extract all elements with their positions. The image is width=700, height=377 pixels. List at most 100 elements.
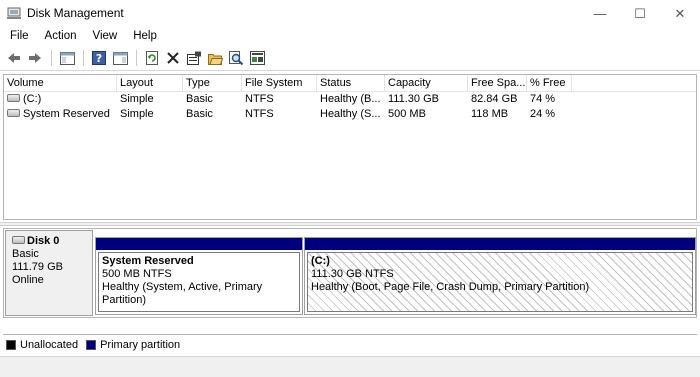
status-bar: [0, 356, 700, 377]
minimize-button[interactable]: —: [580, 0, 620, 27]
drive-icon: [7, 109, 20, 118]
refresh-button[interactable]: [142, 48, 162, 68]
disk-size: 111.79 GB: [12, 261, 63, 273]
table-row[interactable]: (C:) Simple Basic NTFS Healthy (B... 111…: [4, 92, 696, 107]
volume-list-header: Volume Layout Type File System Status Ca…: [4, 75, 696, 92]
minimize-icon: —: [593, 6, 607, 21]
refresh-icon: [146, 51, 158, 65]
layout-cell: Simple: [120, 93, 154, 105]
help-button[interactable]: ?: [89, 48, 109, 68]
free-space-cell: 82.84 GB: [471, 93, 518, 105]
delete-button[interactable]: [163, 48, 183, 68]
disk-map: Disk 0 Basic 111.79 GB Online System Res…: [3, 228, 697, 318]
column-header-filler: [572, 75, 696, 92]
disk-type: Basic: [12, 248, 39, 260]
column-header-free-space[interactable]: Free Spa...: [468, 75, 527, 92]
explore-button[interactable]: [226, 48, 246, 68]
status-cell: Healthy (B...: [320, 93, 381, 105]
menu-action[interactable]: Action: [39, 30, 83, 42]
column-header-volume[interactable]: Volume: [4, 75, 117, 92]
status-cell: Healthy (S...: [320, 108, 381, 120]
type-cell: Basic: [186, 108, 213, 120]
show-action-pane-icon: [112, 51, 128, 65]
free-space-cell: 118 MB: [471, 108, 509, 120]
back-button[interactable]: [4, 48, 24, 68]
volume-list[interactable]: Volume Layout Type File System Status Ca…: [3, 74, 697, 220]
legend-label-unallocated: Unallocated: [20, 338, 79, 351]
pane-splitter[interactable]: [0, 222, 700, 226]
menu-file[interactable]: File: [4, 30, 35, 42]
properties-icon: [186, 51, 201, 65]
forward-button[interactable]: [25, 48, 45, 68]
volume-name: (C:): [23, 93, 42, 105]
toolbar-separator: [136, 50, 137, 66]
column-header-capacity[interactable]: Capacity: [385, 75, 468, 92]
disk-0-info[interactable]: Disk 0 Basic 111.79 GB Online: [5, 230, 93, 316]
menu-bar: File Action View Help: [0, 27, 700, 45]
menu-help[interactable]: Help: [127, 30, 163, 42]
volume-cell: (C:): [4, 92, 117, 107]
back-icon: [8, 53, 20, 63]
open-button[interactable]: [205, 48, 225, 68]
rescan-disks-button[interactable]: [247, 48, 267, 68]
properties-button[interactable]: [184, 48, 204, 68]
forward-icon: [29, 53, 41, 63]
show-hide-console-tree-icon: [59, 51, 75, 65]
file-system-cell: NTFS: [245, 93, 274, 105]
close-button[interactable]: ✕: [660, 0, 700, 27]
partition-size-fs: 500 MB NTFS: [102, 268, 172, 280]
partition-system-reserved[interactable]: System Reserved 500 MB NTFS Healthy (Sys…: [95, 237, 303, 315]
primary-partition-bar: [305, 238, 695, 250]
partition-status: Healthy (Boot, Page File, Crash Dump, Pr…: [311, 281, 590, 293]
show-hide-console-tree-button[interactable]: [57, 48, 77, 68]
partition-name: System Reserved: [102, 255, 194, 267]
legend-label-primary-partition: Primary partition: [100, 338, 181, 351]
window-title: Disk Management: [27, 6, 124, 20]
layout-cell: Simple: [120, 108, 154, 120]
capacity-cell: 111.30 GB: [388, 93, 439, 105]
legend: Unallocated Primary partition: [3, 334, 697, 354]
partition-body: System Reserved 500 MB NTFS Healthy (Sys…: [98, 252, 300, 312]
open-folder-icon: [207, 53, 223, 65]
column-header-type[interactable]: Type: [183, 75, 242, 92]
primary-partition-bar: [96, 238, 302, 250]
volume-cell: System Reserved: [4, 107, 117, 122]
partition-body-selected: (C:) 111.30 GB NTFS Healthy (Boot, Page …: [307, 252, 693, 312]
table-row[interactable]: System Reserved Simple Basic NTFS Health…: [4, 107, 696, 122]
volume-name: System Reserved: [23, 108, 110, 120]
disk-management-app-icon: [7, 7, 21, 19]
toolbar-separator: [51, 50, 52, 66]
magnifier-icon: [228, 50, 243, 65]
disk-name: Disk 0: [27, 235, 60, 247]
maximize-icon: ☐: [634, 5, 646, 21]
percent-free-cell: 74 %: [530, 93, 556, 105]
menu-view[interactable]: View: [87, 30, 124, 42]
disk-icon: [12, 236, 25, 245]
delete-icon: [167, 52, 179, 64]
column-header-status[interactable]: Status: [317, 75, 385, 92]
column-header-percent-free[interactable]: % Free: [527, 75, 572, 92]
primary-partition-swatch: [86, 339, 97, 350]
partition-name: (C:): [311, 255, 330, 267]
column-header-file-system[interactable]: File System: [242, 75, 317, 92]
title-bar: Disk Management — ☐ ✕: [0, 0, 700, 27]
unallocated-swatch: [6, 339, 16, 350]
disk-state: Online: [12, 274, 44, 286]
rescan-disks-icon: [249, 51, 265, 65]
type-cell: Basic: [186, 93, 213, 105]
close-icon: ✕: [674, 5, 686, 21]
toolbar-separator: [83, 50, 84, 66]
svg-text:?: ?: [96, 52, 102, 65]
partition-status: Healthy (System, Active, Primary Partiti…: [102, 281, 263, 306]
help-icon: ?: [92, 51, 106, 65]
percent-free-cell: 24 %: [530, 108, 556, 120]
show-action-pane-button[interactable]: [110, 48, 130, 68]
capacity-cell: 500 MB: [388, 108, 426, 120]
toolbar: ?: [0, 46, 700, 71]
maximize-button[interactable]: ☐: [620, 0, 660, 27]
partition-c-drive[interactable]: (C:) 111.30 GB NTFS Healthy (Boot, Page …: [304, 237, 696, 315]
drive-icon: [7, 94, 20, 103]
partition-size-fs: 111.30 GB NTFS: [311, 268, 394, 280]
file-system-cell: NTFS: [245, 108, 274, 120]
column-header-layout[interactable]: Layout: [117, 75, 183, 92]
